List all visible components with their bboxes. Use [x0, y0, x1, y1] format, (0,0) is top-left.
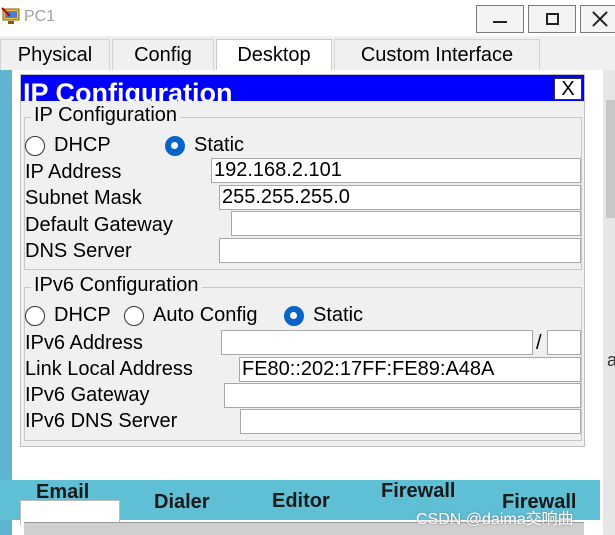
tab-config[interactable]: Config — [112, 39, 214, 70]
link-local-address-field[interactable]: FE80::202:17FF:FE89:A48A — [239, 357, 581, 382]
dns-server-field[interactable] — [219, 238, 581, 263]
ipv4-configuration-group: IP Configuration DHCP Static IP Address … — [24, 104, 583, 270]
ipv4-dhcp-label: DHCP — [54, 134, 111, 156]
radio-unchecked-icon — [25, 135, 45, 156]
watermark: CSDN @daima交响曲 — [416, 511, 574, 528]
close-icon — [591, 10, 609, 28]
prefix-separator: / — [536, 332, 542, 354]
ip-configuration-dialog: IP Configuration X IP Configuration DHCP… — [20, 74, 585, 447]
ip-address-field[interactable]: 192.168.2.101 — [211, 158, 581, 183]
link-local-address-label: Link Local Address — [25, 358, 193, 380]
ipv6-gateway-label: IPv6 Gateway — [25, 384, 150, 406]
radio-unchecked-icon — [124, 305, 144, 326]
ipv6-group-legend: IPv6 Configuration — [31, 274, 202, 297]
tab-custom-interface[interactable]: Custom Interface — [334, 39, 540, 70]
radio-unchecked-icon — [25, 305, 45, 326]
pc-app-icon — [0, 6, 24, 28]
ipv4-mode-radios: DHCP Static — [25, 134, 583, 160]
dialog-close-button[interactable]: X — [554, 78, 582, 100]
dns-server-label: DNS Server — [25, 240, 132, 262]
ipv4-dhcp-radio[interactable]: DHCP — [25, 134, 111, 157]
window-titlebar: PC1 — [0, 0, 615, 36]
dialog-titlebar: IP Configuration X — [21, 75, 584, 101]
ipv6-auto-config-radio[interactable]: Auto Config — [124, 304, 258, 327]
dialog-title: IP Configuration — [23, 78, 233, 101]
ipv6-dhcp-label: DHCP — [54, 304, 111, 326]
ipv6-static-label: Static — [313, 304, 364, 326]
side-glyph: a — [607, 350, 615, 370]
ipv4-group-legend: IP Configuration — [31, 104, 181, 127]
ipv6-static-radio[interactable]: Static — [284, 304, 363, 327]
ipv6-configuration-group: IPv6 Configuration DHCP Auto Config Stat… — [24, 274, 583, 441]
radio-checked-icon — [165, 135, 185, 156]
ipv6-dhcp-radio[interactable]: DHCP — [25, 304, 111, 327]
default-gateway-field[interactable] — [231, 211, 581, 236]
radio-checked-icon — [284, 305, 304, 326]
ipv4-static-radio[interactable]: Static — [165, 134, 244, 157]
ipv6-mode-radios: DHCP Auto Config Static — [25, 304, 583, 330]
minimize-button[interactable] — [476, 5, 524, 33]
vertical-scroll-thumb[interactable] — [606, 100, 615, 218]
maximize-icon — [545, 13, 559, 25]
desktop-app-editor[interactable]: Editor — [272, 490, 330, 513]
tab-bar: Physical Config Desktop Custom Interface — [0, 36, 615, 70]
window-title: PC1 — [24, 8, 56, 25]
desktop-app-dialer[interactable]: Dialer — [154, 491, 210, 514]
ipv6-dns-server-label: IPv6 DNS Server — [25, 410, 178, 432]
tab-desktop[interactable]: Desktop — [216, 39, 332, 70]
desktop-app-firewall[interactable]: Firewall — [381, 480, 455, 503]
ipv6-address-label: IPv6 Address — [25, 332, 143, 354]
window-close-button[interactable] — [580, 5, 615, 33]
ipv4-static-label: Static — [194, 134, 245, 156]
ipv6-auto-config-label: Auto Config — [153, 304, 258, 326]
minimize-icon — [493, 21, 507, 23]
ipv6-prefix-length-field[interactable] — [547, 330, 581, 355]
subnet-mask-label: Subnet Mask — [25, 187, 142, 209]
maximize-button[interactable] — [528, 5, 576, 33]
ipv6-address-field[interactable] — [221, 330, 533, 355]
ip-address-label: IP Address — [25, 161, 122, 183]
subnet-mask-field[interactable]: 255.255.255.0 — [219, 185, 581, 210]
tab-physical[interactable]: Physical — [0, 39, 110, 70]
ipv6-dns-server-field[interactable] — [240, 409, 581, 434]
default-gateway-label: Default Gateway — [25, 214, 173, 236]
ipv6-gateway-field[interactable] — [224, 383, 581, 408]
